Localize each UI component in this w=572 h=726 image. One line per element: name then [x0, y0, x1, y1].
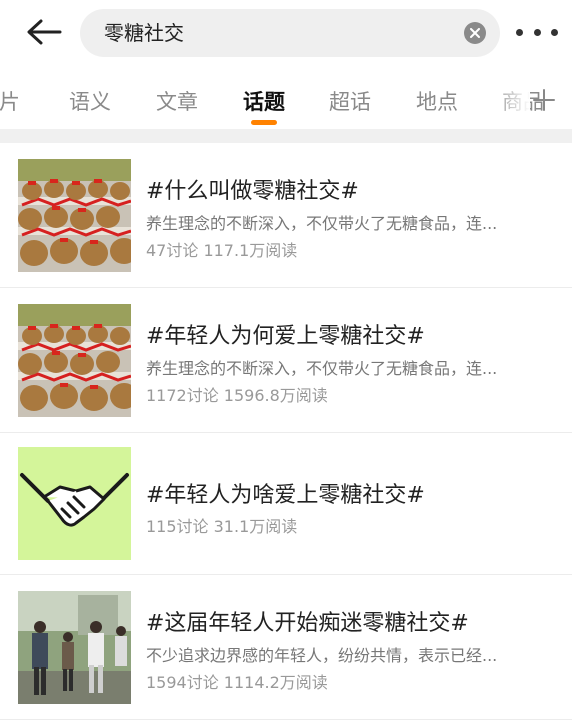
topic-description: 不少追求边界感的年轻人，纷纷共情，表示已经... [146, 646, 498, 665]
topic-stats: 1594讨论 1114.2万阅读 [146, 673, 328, 692]
item-divider [0, 719, 572, 720]
topic-description: 养生理念的不断深入，不仅带火了无糖食品，连... [146, 214, 498, 233]
section-divider [0, 129, 572, 143]
topic-thumbnail [18, 159, 131, 272]
search-tabs: 图片 语义 文章 话题 超话 地点 商品 [0, 72, 572, 128]
tab-semantic[interactable]: 语义 [69, 86, 111, 116]
tab-places[interactable]: 地点 [416, 86, 458, 116]
search-input[interactable]: 零糖社交 [104, 9, 184, 57]
tab-fade [490, 72, 530, 128]
topic-thumbnail [18, 591, 131, 704]
capybara-plush-image [18, 159, 131, 272]
topic-description: 养生理念的不断深入，不仅带火了无糖食品，连... [146, 359, 498, 378]
topic-stats: 1172讨论 1596.8万阅读 [146, 386, 328, 405]
tab-articles[interactable]: 文章 [156, 86, 198, 116]
topic-title: #年轻人为啥爱上零糖社交# [146, 483, 425, 508]
tab-images[interactable]: 图片 [0, 86, 20, 116]
topic-thumbnail [18, 304, 131, 417]
handshake-icon [18, 447, 131, 560]
topic-stats: 47讨论 117.1万阅读 [146, 241, 298, 260]
topic-title: #什么叫做零糖社交# [146, 179, 359, 204]
add-tab-button[interactable] [530, 86, 558, 114]
topic-stats: 115讨论 31.1万阅读 [146, 517, 298, 536]
topic-item[interactable]: #年轻人为何爱上零糖社交# 养生理念的不断深入，不仅带火了无糖食品，连... 1… [0, 288, 572, 432]
clear-icon [470, 28, 480, 38]
topic-title: #年轻人为何爱上零糖社交# [146, 324, 425, 349]
active-tab-indicator [251, 120, 277, 125]
topic-item[interactable]: #年轻人为啥爱上零糖社交# 115讨论 31.1万阅读 [0, 433, 572, 577]
more-icon-dot [533, 28, 541, 36]
more-button[interactable] [516, 22, 558, 42]
more-icon-dot [551, 28, 558, 36]
people-photo [18, 591, 131, 704]
tab-topics[interactable]: 话题 [243, 86, 285, 116]
search-box[interactable]: 零糖社交 [80, 9, 500, 57]
back-arrow-icon [27, 19, 62, 45]
top-bar: 零糖社交 [0, 0, 572, 64]
topic-title: #这届年轻人开始痴迷零糖社交# [146, 611, 469, 636]
tab-super-topics[interactable]: 超话 [329, 86, 371, 116]
more-icon [516, 28, 523, 36]
topic-thumbnail [18, 447, 131, 560]
topic-item[interactable]: #这届年轻人开始痴迷零糖社交# 不少追求边界感的年轻人，纷纷共情，表示已经...… [0, 575, 572, 719]
capybara-plush-image [18, 304, 131, 417]
clear-search-button[interactable] [464, 22, 486, 44]
topic-item[interactable]: #什么叫做零糖社交# 养生理念的不断深入，不仅带火了无糖食品，连... 47讨论… [0, 143, 572, 287]
back-button[interactable] [22, 12, 66, 52]
plus-icon [533, 89, 555, 111]
